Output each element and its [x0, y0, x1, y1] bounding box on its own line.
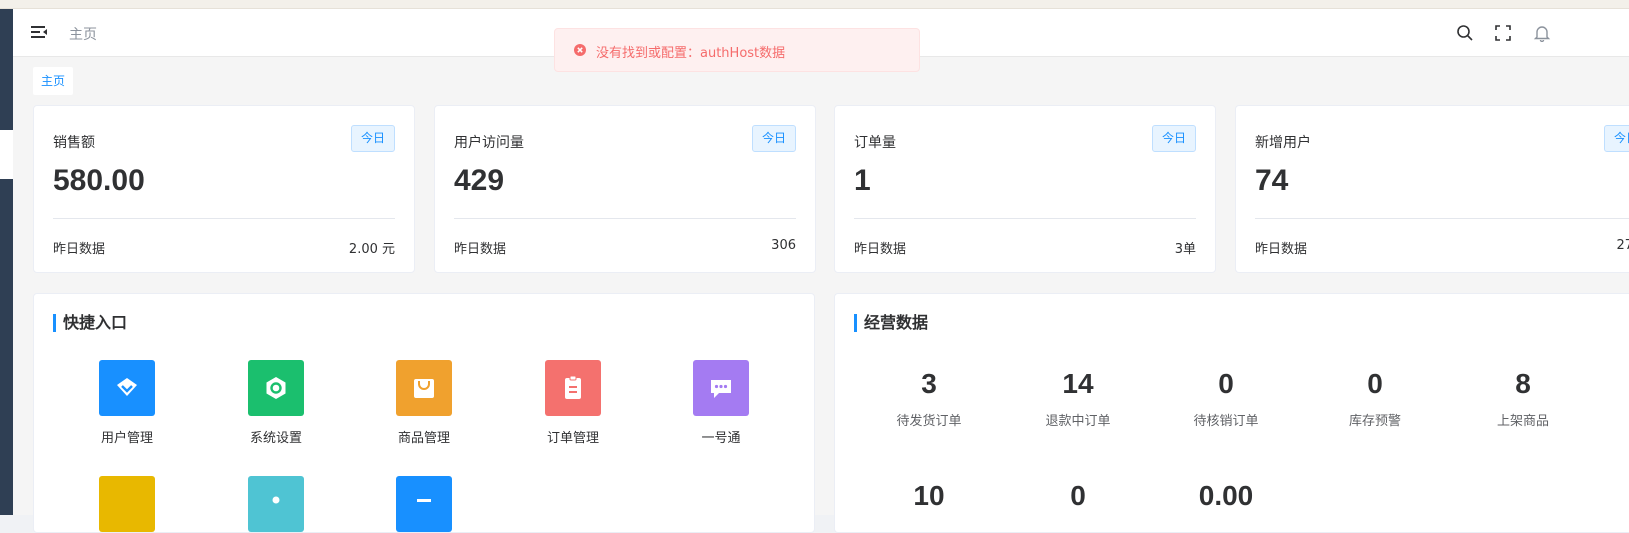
menu-fold-icon[interactable]: [30, 23, 48, 41]
breadcrumb-home[interactable]: 主页: [69, 24, 97, 44]
sidebar-active-marker: [0, 130, 13, 179]
stat-title: 用户访问量: [454, 135, 524, 151]
stat-card-sales: 销售额 今日 580.00 昨日数据 2.00 元: [33, 105, 415, 273]
quick-order-management[interactable]: 订单管理: [523, 360, 623, 446]
biz-pending-verification[interactable]: 0 待核销订单: [1151, 368, 1301, 429]
stat-card-orders: 订单量 今日 1 昨日数据 3单: [834, 105, 1216, 273]
toast-message: 没有找到或配置：authHost数据: [596, 46, 786, 61]
quick-label: 用户管理: [100, 431, 153, 446]
bag-icon: [396, 360, 452, 416]
quick-entry-row2-3[interactable]: [374, 476, 474, 532]
stat-foot-value: 27: [1616, 238, 1629, 253]
quick-label: 系统设置: [249, 431, 302, 446]
stat-foot-value: 2.00 元: [348, 242, 395, 257]
biz-label: 待发货订单: [896, 414, 962, 429]
quick-entry-row2-1[interactable]: [77, 476, 177, 532]
fullscreen-icon[interactable]: [1494, 24, 1512, 42]
quick-label: 商品管理: [397, 431, 450, 446]
document-icon: [99, 476, 155, 532]
biz-value: 0.00: [1198, 480, 1254, 511]
stat-value: 429: [454, 164, 505, 197]
divider: [454, 218, 796, 219]
stat-foot-label: 昨日数据: [454, 242, 507, 257]
stat-value: 74: [1255, 164, 1289, 197]
quick-label: 订单管理: [546, 431, 599, 446]
quick-product-management[interactable]: 商品管理: [374, 360, 474, 446]
stat-value: 580.00: [53, 164, 145, 197]
quick-user-management[interactable]: 用户管理: [77, 360, 177, 446]
divider: [1255, 218, 1629, 219]
stat-badge-today: 今日: [752, 125, 796, 152]
error-icon: [574, 44, 586, 56]
stat-foot-label: 昨日数据: [53, 242, 106, 257]
bell-icon[interactable]: [1533, 24, 1551, 42]
stat-card-visits: 用户访问量 今日 429 昨日数据 306: [434, 105, 816, 273]
biz-stock-warning[interactable]: 0 库存预警: [1300, 368, 1450, 429]
stat-title: 新增用户: [1255, 135, 1311, 151]
biz-listed-products[interactable]: 8 上架商品: [1448, 368, 1598, 429]
biz-label: 待核销订单: [1193, 414, 1259, 429]
biz-pending-shipment[interactable]: 3 待发货订单: [854, 368, 1004, 429]
stat-title: 销售额: [53, 135, 95, 151]
biz-row2-3[interactable]: 0.00: [1151, 480, 1301, 512]
clipboard-icon: [545, 360, 601, 416]
panel-title: 经营数据: [854, 314, 928, 332]
stat-badge-today: 今日: [351, 125, 395, 152]
stat-value: 1: [854, 164, 871, 197]
quick-yihaotong[interactable]: 一号通: [671, 360, 771, 446]
sidebar: [0, 9, 13, 515]
search-icon[interactable]: [1456, 24, 1474, 42]
biz-value: 3: [921, 368, 937, 399]
biz-value: 0: [1367, 368, 1383, 399]
biz-refunding-orders[interactable]: 14 退款中订单: [1003, 368, 1153, 429]
error-toast: 没有找到或配置：authHost数据: [554, 28, 920, 72]
biz-label: 退款中订单: [1045, 414, 1111, 429]
stat-badge-today: 今日: [1152, 125, 1196, 152]
biz-value: 10: [913, 480, 945, 511]
biz-value: 0: [1070, 480, 1086, 511]
business-data-panel: 经营数据 3 待发货订单 14 退款中订单 0 待核销订单 0 库存预警 8 上…: [834, 293, 1629, 533]
panel-title: 快捷入口: [53, 314, 127, 332]
biz-value: 14: [1062, 368, 1094, 399]
quick-label: 一号通: [701, 431, 741, 446]
biz-label: 库存预警: [1348, 414, 1401, 429]
biz-label: 上架商品: [1496, 414, 1549, 429]
biz-row2-2[interactable]: 0: [1003, 480, 1153, 512]
chat-icon: [693, 360, 749, 416]
stat-title: 订单量: [854, 135, 896, 151]
stat-foot-value: 306: [771, 238, 796, 253]
stat-foot-label: 昨日数据: [854, 242, 907, 257]
quick-entry-panel: 快捷入口 用户管理 系统设置 商品管理 订单管理 一号通: [33, 293, 815, 533]
browser-top-strip: [0, 0, 1629, 9]
biz-row2-1[interactable]: 10: [854, 480, 1004, 512]
stat-badge-today: 今日: [1604, 125, 1629, 152]
settings-icon: [248, 360, 304, 416]
divider: [854, 218, 1196, 219]
user-icon: [99, 360, 155, 416]
quick-entry-row2-2[interactable]: [226, 476, 326, 532]
biz-value: 8: [1515, 368, 1531, 399]
tag-home[interactable]: 主页: [33, 67, 74, 95]
quick-system-settings[interactable]: 系统设置: [226, 360, 326, 446]
person-icon: [248, 476, 304, 532]
stat-foot-value: 3单: [1174, 242, 1196, 257]
dashboard-content: 销售额 今日 580.00 昨日数据 2.00 元 用户访问量 今日 429 昨…: [13, 97, 1629, 533]
card-icon: [396, 476, 452, 532]
divider: [53, 218, 395, 219]
stat-foot-label: 昨日数据: [1255, 242, 1308, 257]
stat-card-new-users: 新增用户 今日 74 昨日数据 27: [1235, 105, 1629, 273]
biz-value: 0: [1218, 368, 1234, 399]
